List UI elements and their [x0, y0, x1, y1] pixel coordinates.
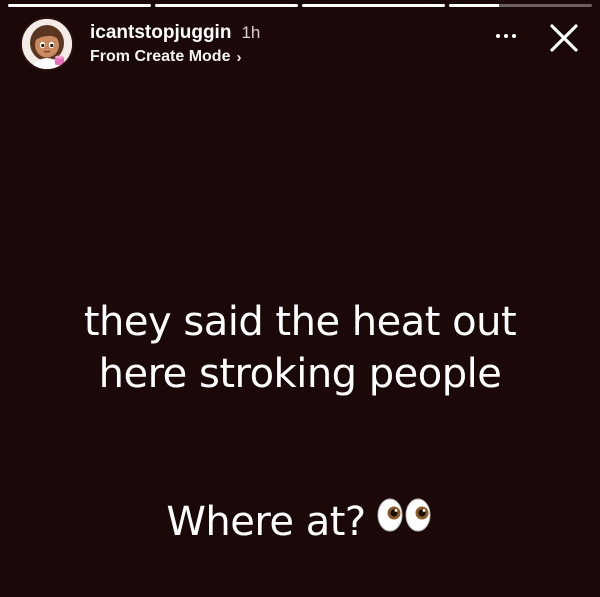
chevron-right-icon: ›	[236, 48, 242, 66]
caption-line-1: they said the heat out	[83, 299, 517, 345]
progress-segment	[155, 4, 298, 7]
post-time: 1h	[241, 23, 261, 42]
story-question: Where at?	[0, 496, 600, 548]
story-meta-top: icantstopjuggin 1h	[90, 22, 260, 44]
progress-segment	[8, 4, 151, 7]
caption-line-2: here stroking people	[98, 351, 502, 397]
progress-segment	[302, 4, 445, 7]
question-text: Where at?	[166, 499, 366, 545]
progress-segment-current	[449, 4, 592, 7]
story-viewer: icantstopjuggin 1h From Create Mode › th…	[0, 0, 600, 597]
create-mode-link[interactable]: From Create Mode ›	[90, 48, 260, 66]
avatar[interactable]	[20, 17, 74, 71]
username[interactable]: icantstopjuggin	[90, 22, 231, 44]
eyes-emoji-icon	[376, 494, 434, 546]
cartoon-girl-avatar-icon	[22, 19, 72, 69]
story-header: icantstopjuggin 1h From Create Mode ›	[20, 16, 580, 72]
ellipsis-icon[interactable]	[496, 34, 516, 38]
story-progress-bar	[8, 4, 592, 7]
story-caption: they said the heat out here stroking peo…	[0, 296, 600, 400]
close-icon[interactable]	[548, 22, 580, 54]
create-mode-label: From Create Mode	[90, 48, 231, 65]
progress-fill	[449, 4, 500, 7]
story-meta: icantstopjuggin 1h From Create Mode ›	[90, 22, 260, 66]
